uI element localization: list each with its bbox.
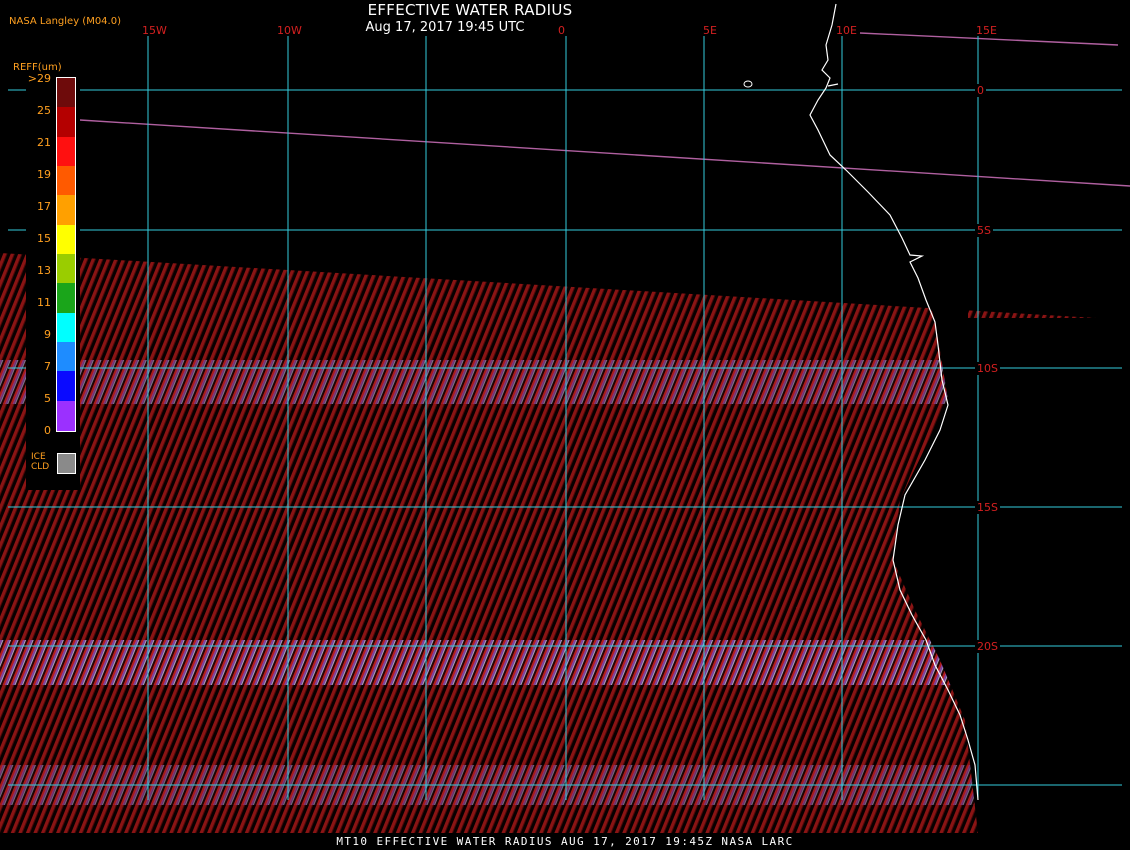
legend-tick-label: 17 (37, 200, 51, 213)
satellite-map (0, 0, 1130, 833)
legend-tick-label: 25 (37, 104, 51, 117)
latitude-label: 20S (975, 640, 1000, 653)
latitude-label: 10S (975, 362, 1000, 375)
agency-label: NASA Langley (M04.0) (9, 16, 121, 27)
legend-tick-label: 7 (44, 360, 51, 373)
legend-frame (56, 77, 76, 432)
legend-tick-label: 5 (44, 392, 51, 405)
map-title: EFFECTIVE WATER RADIUS (367, 1, 573, 19)
ice-label-line1: ICE (31, 452, 46, 462)
longitude-label: 15E (976, 24, 997, 37)
longitude-label: 10E (836, 24, 857, 37)
longitude-label: 10W (277, 24, 302, 37)
legend-tick-label: 21 (37, 136, 51, 149)
scan-line-upper (79, 119, 1130, 187)
legend-tick-label: 9 (44, 328, 51, 341)
island (743, 80, 753, 88)
map-timestamp: Aug 17, 2017 19:45 UTC (365, 20, 525, 35)
legend-tick-label: 11 (37, 296, 51, 309)
legend-tick-label: 0 (44, 424, 51, 437)
latitude-label: 0 (975, 84, 986, 97)
legend-tick-label: >29 (27, 72, 51, 85)
longitude-label: 0 (558, 24, 565, 37)
latitude-label: 15S (975, 501, 1000, 514)
ice-cloud-label: ICE CLD (31, 452, 49, 472)
latitude-label: 5S (975, 224, 993, 237)
ice-cloud-swatch (57, 453, 76, 474)
legend-tick-label: 15 (37, 232, 51, 245)
footer-caption: MT10 EFFECTIVE WATER RADIUS AUG 17, 2017… (336, 835, 794, 848)
ice-label-line2: CLD (31, 462, 50, 472)
longitude-label: 15W (142, 24, 167, 37)
longitude-label: 5E (703, 24, 717, 37)
legend-tick-label: 13 (37, 264, 51, 277)
legend-tick-label: 19 (37, 168, 51, 181)
